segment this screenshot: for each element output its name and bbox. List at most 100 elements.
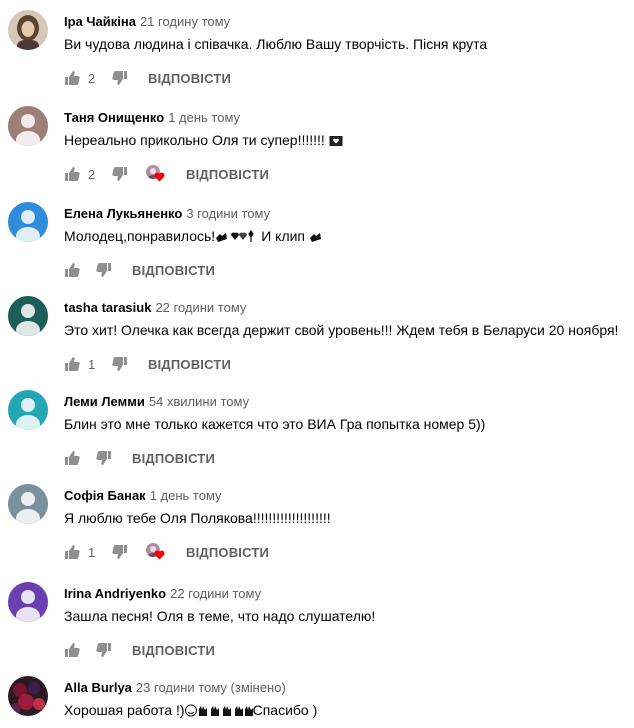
comment-item: Софія Банак 1 день тому Я люблю тебе Оля …	[0, 484, 634, 570]
like-count: 1	[88, 544, 96, 560]
avatar-default-icon	[8, 296, 48, 336]
comment-header: tasha tarasiuk 22 години тому	[64, 300, 246, 315]
like-button[interactable]	[64, 544, 80, 560]
avatar[interactable]	[8, 676, 48, 716]
creator-heart	[146, 543, 166, 561]
avatar-photo-icon	[8, 676, 48, 716]
comment-author[interactable]: Alla Burlya	[64, 680, 132, 695]
reply-button[interactable]: ВІДПОВІСТИ	[148, 357, 231, 372]
comment-text: Я люблю тебе Оля Полякова!!!!!!!!!!!!!!!…	[64, 510, 331, 526]
reply-button[interactable]: ВІДПОВІСТИ	[186, 545, 269, 560]
comment-author[interactable]: Таня Онищенко	[64, 110, 164, 125]
envelope-heart-icon	[329, 136, 343, 146]
pointing-hand-icon	[309, 233, 321, 242]
like-button[interactable]	[64, 356, 80, 372]
dislike-button[interactable]	[112, 544, 128, 560]
avatar-photo-icon	[8, 10, 48, 50]
like-button[interactable]	[64, 70, 80, 86]
reply-button[interactable]: ВІДПОВІСТИ	[132, 643, 215, 658]
heart-icon	[154, 550, 165, 560]
comment-time[interactable]: 21 годину тому	[140, 14, 230, 29]
comment-header: Елена Лукьяненко 3 години тому	[64, 206, 270, 221]
comment-actions: 2 ВІДПОВІСТИ	[64, 164, 269, 184]
comment-text: Ви чудова людина і співачка. Люблю Вашу …	[64, 36, 488, 52]
comment-actions: 1 ВІДПОВІСТИ	[64, 354, 231, 374]
comment-author[interactable]: Іра Чайкіна	[64, 14, 136, 29]
comment-time[interactable]: 22 години тому	[155, 300, 246, 315]
comment-text-content: Молодец,понравилось!	[64, 228, 216, 244]
avatar-default-icon	[8, 390, 48, 430]
reply-button[interactable]: ВІДПОВІСТИ	[132, 451, 215, 466]
avatar-default-icon	[8, 106, 48, 146]
comment-text: Хорошая работа !) Спасибо )	[64, 702, 317, 720]
comment-author[interactable]: Софія Банак	[64, 488, 146, 503]
comment-text-content: Хорошая работа !)	[64, 702, 185, 718]
comment-time[interactable]: 3 години тому	[186, 206, 270, 221]
comment-item: Леми Лемми 54 хвилини тому Блин это мне т…	[0, 390, 634, 476]
comment-item: Irina Andriyenko 22 години тому Зашла пес…	[0, 582, 634, 668]
comment-header: Таня Онищенко 1 день тому	[64, 110, 240, 125]
avatar[interactable]	[8, 202, 48, 242]
emoji-group-icon	[215, 229, 261, 246]
comment-item: Іра Чайкіна 21 годину тому Ви чудова люди…	[0, 10, 634, 96]
reply-button[interactable]: ВІДПОВІСТИ	[148, 71, 231, 86]
creator-heart	[146, 165, 166, 183]
comment-actions: ВІДПОВІСТИ	[64, 640, 215, 660]
like-button[interactable]	[64, 262, 80, 278]
dislike-button[interactable]	[112, 166, 128, 182]
avatar[interactable]	[8, 296, 48, 336]
emoji-group-icon	[184, 704, 253, 720]
like-button[interactable]	[64, 450, 80, 466]
comment-text-suffix: Спасибо )	[252, 702, 318, 718]
comment-text: Зашла песня! Оля в теме, что надо слушат…	[64, 608, 376, 624]
avatar[interactable]	[8, 10, 48, 50]
avatar-default-icon	[8, 484, 48, 524]
comment-item: Таня Онищенко 1 день тому Нереально прико…	[0, 106, 634, 192]
comment-item: Alla Burlya 23 години тому (змінено) Хоро…	[0, 676, 634, 728]
dislike-button[interactable]	[96, 262, 112, 278]
avatar[interactable]	[8, 484, 48, 524]
comment-time[interactable]: 1 день тому	[168, 110, 240, 125]
comment-text-suffix: И клип	[261, 228, 309, 244]
comment-text-content: Нереально прикольно Оля ти супер!!!!!!!	[64, 132, 329, 148]
like-count: 2	[88, 166, 96, 182]
comment-author[interactable]: Irina Andriyenko	[64, 586, 166, 601]
comment-time[interactable]: 1 день тому	[150, 488, 222, 503]
avatar-default-icon	[8, 582, 48, 622]
dislike-button[interactable]	[112, 356, 128, 372]
heart-icon	[154, 172, 165, 182]
comment-time[interactable]: 22 години тому	[170, 586, 261, 601]
comment-time[interactable]: 23 години тому (змінено)	[136, 680, 286, 695]
like-button[interactable]	[64, 166, 80, 182]
dislike-button[interactable]	[96, 642, 112, 658]
comment-header: Іра Чайкіна 21 годину тому	[64, 14, 230, 29]
comment-author[interactable]: Елена Лукьяненко	[64, 206, 182, 221]
comment-actions: ВІДПОВІСТИ	[64, 260, 215, 280]
comment-author[interactable]: Леми Лемми	[64, 394, 145, 409]
avatar[interactable]	[8, 106, 48, 146]
reply-button[interactable]: ВІДПОВІСТИ	[186, 167, 269, 182]
avatar[interactable]	[8, 390, 48, 430]
comment-actions: 1 ВІДПОВІСТИ	[64, 542, 269, 562]
comment-author[interactable]: tasha tarasiuk	[64, 300, 151, 315]
comment-actions: ВІДПОВІСТИ	[64, 448, 215, 468]
comment-item: tasha tarasiuk 22 години тому Это хит! Ол…	[0, 296, 634, 382]
dislike-button[interactable]	[112, 70, 128, 86]
avatar[interactable]	[8, 582, 48, 622]
like-button[interactable]	[64, 642, 80, 658]
comment-text: Блин это мне только кажется что это ВИА …	[64, 416, 486, 432]
comment-header: Леми Лемми 54 хвилини тому	[64, 394, 249, 409]
like-count: 2	[88, 70, 96, 86]
comment-text: Молодец,понравилось! И клип	[64, 228, 323, 246]
reply-button[interactable]: ВІДПОВІСТИ	[132, 263, 215, 278]
comment-header: Alla Burlya 23 години тому (змінено)	[64, 680, 286, 695]
avatar-default-icon	[8, 202, 48, 242]
comment-header: Софія Банак 1 день тому	[64, 488, 222, 503]
dislike-button[interactable]	[96, 450, 112, 466]
comment-time[interactable]: 54 хвилини тому	[149, 394, 249, 409]
comment-item: Елена Лукьяненко 3 години тому Молодец,по…	[0, 202, 634, 288]
comment-header: Irina Andriyenko 22 години тому	[64, 586, 261, 601]
like-count: 1	[88, 356, 96, 372]
comment-text: Нереально прикольно Оля ти супер!!!!!!!	[64, 132, 343, 148]
comment-text: Это хит! Олечка как всегда держит свой у…	[64, 322, 619, 338]
